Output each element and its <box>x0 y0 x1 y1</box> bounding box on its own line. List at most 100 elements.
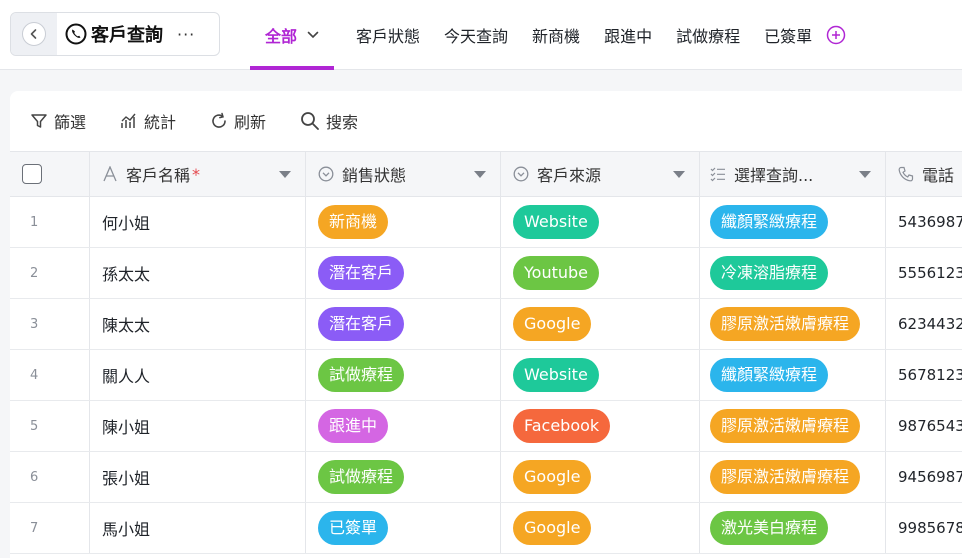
sales-status-cell[interactable]: 試做療程 <box>306 350 501 400</box>
column-header-name[interactable]: 客戶名稱 * <box>90 152 306 196</box>
source-cell[interactable]: Google <box>501 503 700 553</box>
phone-cell[interactable]: 94569871 <box>886 452 962 502</box>
sales-status-cell[interactable]: 已簽單 <box>306 503 501 553</box>
sales-status-cell[interactable]: 新商機 <box>306 197 501 247</box>
sales-status-cell[interactable]: 潛在客戶 <box>306 248 501 298</box>
search-icon <box>301 112 319 130</box>
inquiry-cell[interactable]: 纖顏緊緻療程 <box>700 197 886 247</box>
tab-new-opportunity[interactable]: 新商機 <box>520 0 592 70</box>
select-all-checkbox[interactable] <box>22 164 42 184</box>
tab-customer-status[interactable]: 客戶狀態 <box>344 0 432 70</box>
table-row[interactable]: 7 馬小姐 已簽單 Google 激光美白療程 99856781 <box>10 503 962 554</box>
required-asterisk: * <box>192 164 201 184</box>
source-tag: Website <box>513 358 599 392</box>
phone-cell[interactable]: 56781234 <box>886 350 962 400</box>
phone-icon <box>898 166 914 182</box>
source-cell[interactable]: Google <box>501 452 700 502</box>
more-options-icon[interactable]: ··· <box>177 25 195 44</box>
sales-status-tag: 新商機 <box>318 205 389 239</box>
sales-status-cell[interactable]: 潛在客戶 <box>306 299 501 349</box>
column-menu-caret-icon[interactable] <box>859 170 871 178</box>
name-cell[interactable]: 何小姐 <box>90 197 306 247</box>
sales-status-tag: 試做療程 <box>318 358 405 392</box>
source-tag: Google <box>513 460 592 494</box>
table-row[interactable]: 3 陳太太 潛在客戶 Google 膠原激活嫩膚療程 62344321 <box>10 299 962 350</box>
filter-button[interactable]: 篩選 <box>30 109 86 133</box>
tab-label: 試做療程 <box>676 27 741 46</box>
inquiry-cell[interactable]: 冷凍溶脂療程 <box>700 248 886 298</box>
table-row[interactable]: 5 陳小姐 跟進中 Facebook 膠原激活嫩膚療程 98765432 <box>10 401 962 452</box>
add-tab-icon[interactable] <box>826 25 846 45</box>
phone-cell[interactable]: 62344321 <box>886 299 962 349</box>
name-cell[interactable]: 張小姐 <box>90 452 306 502</box>
tab-label: 全部 <box>265 27 298 46</box>
source-cell[interactable]: Facebook <box>501 401 700 451</box>
column-menu-caret-icon[interactable] <box>474 170 486 178</box>
stats-icon <box>121 113 136 128</box>
phone-cell[interactable]: 99856781 <box>886 503 962 553</box>
name-cell[interactable]: 陳太太 <box>90 299 306 349</box>
stats-label: 統計 <box>144 113 177 132</box>
column-header-inquiry[interactable]: 選擇查詢... <box>700 152 886 196</box>
column-menu-caret-icon[interactable] <box>673 170 685 178</box>
phone-circle-icon <box>65 23 87 45</box>
row-number-cell: 1 <box>10 197 90 247</box>
phone-cell[interactable]: 54369872 <box>886 197 962 247</box>
search-label: 搜索 <box>326 113 359 132</box>
table-row[interactable]: 6 張小姐 試做療程 Google 膠原激活嫩膚療程 94569871 <box>10 452 962 503</box>
table-row[interactable]: 2 孫太太 潛在客戶 Youtube 冷凍溶脂療程 55561234 <box>10 248 962 299</box>
row-number: 1 <box>30 214 39 230</box>
name-cell[interactable]: 陳小姐 <box>90 401 306 451</box>
chevron-down-icon[interactable] <box>307 31 319 39</box>
name-cell[interactable]: 關人人 <box>90 350 306 400</box>
view-tabs: 全部 客戶狀態 今天查詢 新商機 跟進中 試做療程 已簽單 <box>250 0 846 70</box>
inquiry-cell[interactable]: 膠原激活嫩膚療程 <box>700 401 886 451</box>
column-menu-caret-icon[interactable] <box>279 170 291 178</box>
stats-button[interactable]: 統計 <box>120 109 176 133</box>
tab-following-up[interactable]: 跟進中 <box>592 0 664 70</box>
row-number-cell: 5 <box>10 401 90 451</box>
customer-table: 客戶名稱 * 銷售狀態 客戶來源 選擇查詢... 電話 1 何小姐 新商機 We… <box>10 151 962 554</box>
tab-label: 客戶狀態 <box>356 27 421 46</box>
column-header-label: 銷售狀態 <box>318 162 406 186</box>
phone-cell[interactable]: 55561234 <box>886 248 962 298</box>
inquiry-cell[interactable]: 膠原激活嫩膚療程 <box>700 452 886 502</box>
column-header-source[interactable]: 客戶來源 <box>501 152 700 196</box>
refresh-button[interactable]: 刷新 <box>210 109 266 133</box>
table-row[interactable]: 4 關人人 試做療程 Website 纖顏緊緻療程 56781234 <box>10 350 962 401</box>
inquiry-cell[interactable]: 膠原激活嫩膚療程 <box>700 299 886 349</box>
table-row[interactable]: 1 何小姐 新商機 Website 纖顏緊緻療程 54369872 <box>10 197 962 248</box>
refresh-label: 刷新 <box>234 113 267 132</box>
column-header-sales-status[interactable]: 銷售狀態 <box>306 152 501 196</box>
name-cell[interactable]: 馬小姐 <box>90 503 306 553</box>
tab-trial-treatment[interactable]: 試做療程 <box>664 0 752 70</box>
phone-number: 62344321 <box>898 315 962 333</box>
inquiry-cell[interactable]: 纖顏緊緻療程 <box>700 350 886 400</box>
sales-status-cell[interactable]: 試做療程 <box>306 452 501 502</box>
inquiry-tag: 冷凍溶脂療程 <box>710 256 829 290</box>
search-button[interactable]: 搜索 <box>300 109 358 133</box>
phone-cell[interactable]: 98765432 <box>886 401 962 451</box>
column-title: 銷售狀態 <box>342 166 407 185</box>
source-cell[interactable]: Website <box>501 350 700 400</box>
row-number-cell: 3 <box>10 299 90 349</box>
top-bar: 客戶查詢 ··· 全部 客戶狀態 今天查詢 新商機 跟進中 試做療程 已簽單 <box>0 0 962 70</box>
inquiry-cell[interactable]: 激光美白療程 <box>700 503 886 553</box>
row-number-cell: 7 <box>10 503 90 553</box>
tab-signed[interactable]: 已簽單 <box>752 0 824 70</box>
name-cell[interactable]: 孫太太 <box>90 248 306 298</box>
tab-today-inquiry[interactable]: 今天查詢 <box>432 0 520 70</box>
column-header-phone[interactable]: 電話 <box>886 152 962 196</box>
row-number: 7 <box>30 520 39 536</box>
source-tag: Website <box>513 205 599 239</box>
source-cell[interactable]: Youtube <box>501 248 700 298</box>
sales-status-cell[interactable]: 跟進中 <box>306 401 501 451</box>
back-button[interactable] <box>11 13 57 55</box>
column-title: 電話 <box>922 166 955 185</box>
source-cell[interactable]: Website <box>501 197 700 247</box>
tab-label: 跟進中 <box>604 27 653 46</box>
tab-all[interactable]: 全部 <box>250 0 335 70</box>
toolbar: 篩選 統計 刷新 搜索 <box>10 91 392 151</box>
source-cell[interactable]: Google <box>501 299 700 349</box>
sales-status-tag: 已簽單 <box>318 511 389 545</box>
